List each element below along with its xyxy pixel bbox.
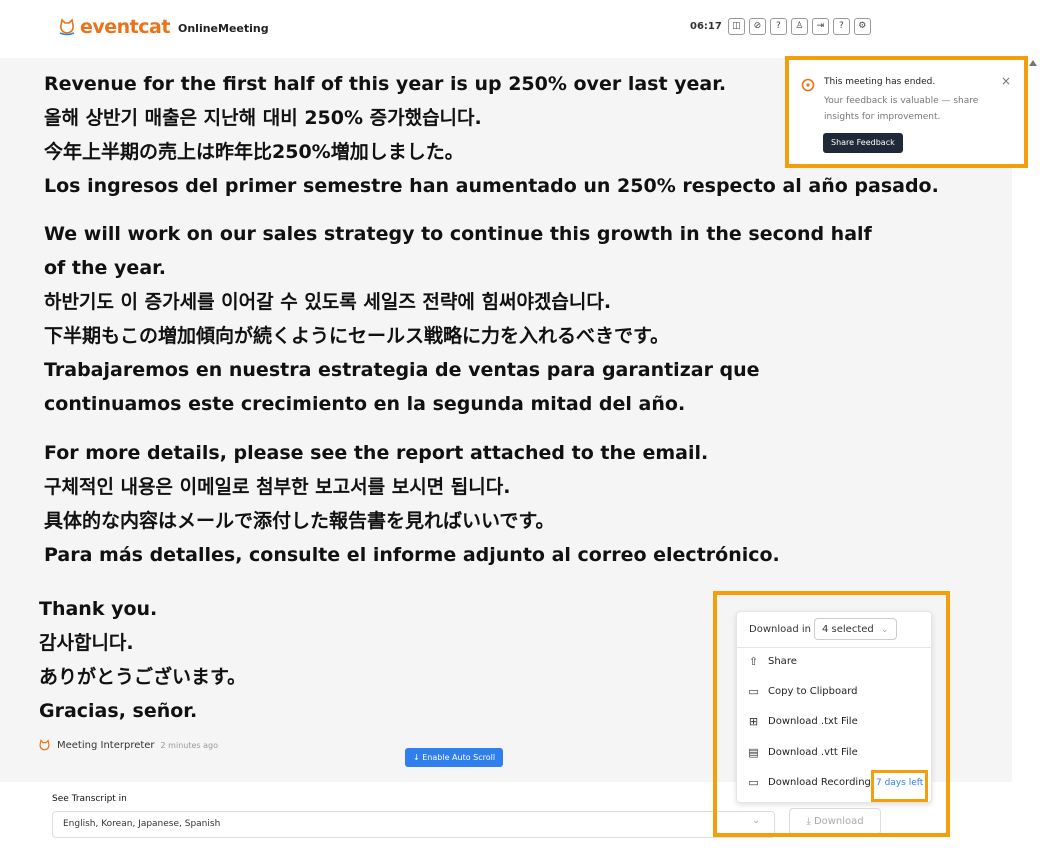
- menu-item-download-recording[interactable]: ▭ Download Recording: [747, 776, 871, 789]
- enable-auto-scroll-button[interactable]: ↓ Enable Auto Scroll: [405, 748, 504, 767]
- app-name: OnlineMeeting: [178, 22, 269, 35]
- menu-divider: [737, 647, 931, 648]
- download-language-select[interactable]: 4 selected ⌄: [814, 618, 897, 640]
- menu-item-label: Copy to Clipboard: [768, 686, 858, 697]
- transcript-language-select[interactable]: English, Korean, Japanese, Spanish: [52, 811, 775, 838]
- meeting-clock: 06:17: [690, 21, 722, 32]
- menu-item-download-txt[interactable]: ⊞ Download .txt File: [747, 715, 858, 728]
- transcript-block: We will work on our sales strategy to co…: [44, 217, 874, 421]
- download-in-label: Download in: [749, 624, 812, 635]
- logo-text-event: event: [80, 16, 139, 38]
- menu-item-download-vtt[interactable]: ▤ Download .vtt File: [747, 746, 858, 759]
- cat-logo-icon: [59, 18, 75, 36]
- speaker-timestamp: 2 minutes ago: [160, 741, 218, 750]
- menu-item-label: Download .vtt File: [768, 747, 858, 758]
- eventcat-logo[interactable]: eventcat: [58, 16, 170, 38]
- arrow-down-icon: ↓: [413, 753, 420, 762]
- transcript-line-ko: 구체적인 내용은 이메일로 첨부한 보고서를 보시면 됩니다.: [44, 476, 511, 498]
- transcript-line-ja: 今年上半期の売上は昨年比250%増加しました。: [44, 141, 464, 163]
- scroll-up-arrow-icon[interactable]: [1029, 60, 1037, 66]
- see-transcript-label: See Transcript in: [52, 794, 127, 804]
- transcript-line-en: Revenue for the first half of this year …: [44, 73, 727, 95]
- file-icon: ⊞: [748, 715, 759, 728]
- transcript-line-en: For more details, please see the report …: [44, 442, 709, 464]
- feedback-title: This meeting has ended.: [824, 77, 936, 87]
- clipboard-icon: ▭: [748, 685, 759, 698]
- transcript-line-ko: 올해 상반기 매출은 지난해 대비 250% 증가했습니다.: [44, 107, 482, 129]
- recording-days-left-badge: 7 days left: [876, 778, 924, 788]
- transcript-line-ko: 하반기도 이 증가세를 이어갈 수 있도록 세일즈 전략에 힘써야겠습니다.: [44, 291, 612, 313]
- transcript-line-en: We will work on our sales strategy to co…: [44, 223, 872, 279]
- ear-icon[interactable]: ?: [769, 18, 787, 35]
- speaker-info: Meeting Interpreter 2 minutes ago: [38, 739, 218, 752]
- menu-item-share[interactable]: ⇧ Share: [747, 655, 797, 668]
- cat-avatar-icon: [39, 739, 50, 751]
- chevron-down-icon: ⌄: [880, 625, 889, 635]
- logo-text-cat: cat: [138, 16, 170, 38]
- share-feedback-button[interactable]: Share Feedback: [823, 133, 903, 153]
- feedback-chat-icon: [801, 78, 815, 92]
- share-icon: ⇧: [748, 655, 759, 668]
- feedback-message: Your feedback is valuable — share insigh…: [824, 96, 979, 122]
- video-icon: ▭: [748, 776, 759, 789]
- transcript-line-es: Para más detalles, consulte el informe a…: [44, 544, 780, 566]
- auto-scroll-label: Enable Auto Scroll: [422, 753, 496, 762]
- app-header: eventcat OnlineMeeting 06:17 ◫ ⊘ ? ♙ ⇥ ?…: [0, 0, 1057, 58]
- feedback-popup: This meeting has ended. × Your feedback …: [785, 56, 1028, 168]
- layout-split-icon[interactable]: ◫: [727, 18, 745, 35]
- menu-item-label: Download .txt File: [768, 716, 858, 727]
- transcript-block: Revenue for the first half of this year …: [44, 67, 939, 203]
- participants-icon[interactable]: ♙: [790, 18, 808, 35]
- help-icon[interactable]: ?: [832, 18, 850, 35]
- transcript-line-ja: 具体的な内容はメールで添付した報告書を見ればいいです。: [44, 510, 555, 532]
- transcript-block: For more details, please see the report …: [44, 436, 884, 572]
- exit-icon[interactable]: ⇥: [811, 18, 829, 35]
- speaker-name: Meeting Interpreter: [57, 740, 155, 751]
- transcript-scrollbar[interactable]: [1027, 58, 1039, 782]
- menu-item-label: Download Recording: [768, 777, 871, 788]
- menu-item-copy-clipboard[interactable]: ▭ Copy to Clipboard: [747, 685, 858, 698]
- transcript-line-es: Los ingresos del primer semestre han aum…: [44, 175, 939, 197]
- eye-off-icon[interactable]: ⊘: [748, 18, 766, 35]
- menu-item-label: Share: [768, 656, 797, 667]
- download-language-value: 4 selected: [822, 624, 874, 635]
- subtitle-icon: ▤: [748, 746, 759, 759]
- header-toolbar: 06:17 ◫ ⊘ ? ♙ ⇥ ? ⚙: [690, 18, 871, 35]
- transcript-line-ja: 下半期もこの増加傾向が続くようにセールス戦略に力を入れるべきです。: [44, 325, 670, 347]
- close-icon[interactable]: ×: [1001, 74, 1011, 88]
- transcript-line-es: Trabajaremos en nuestra estrategia de ve…: [44, 359, 760, 415]
- settings-gear-icon[interactable]: ⚙: [853, 18, 871, 35]
